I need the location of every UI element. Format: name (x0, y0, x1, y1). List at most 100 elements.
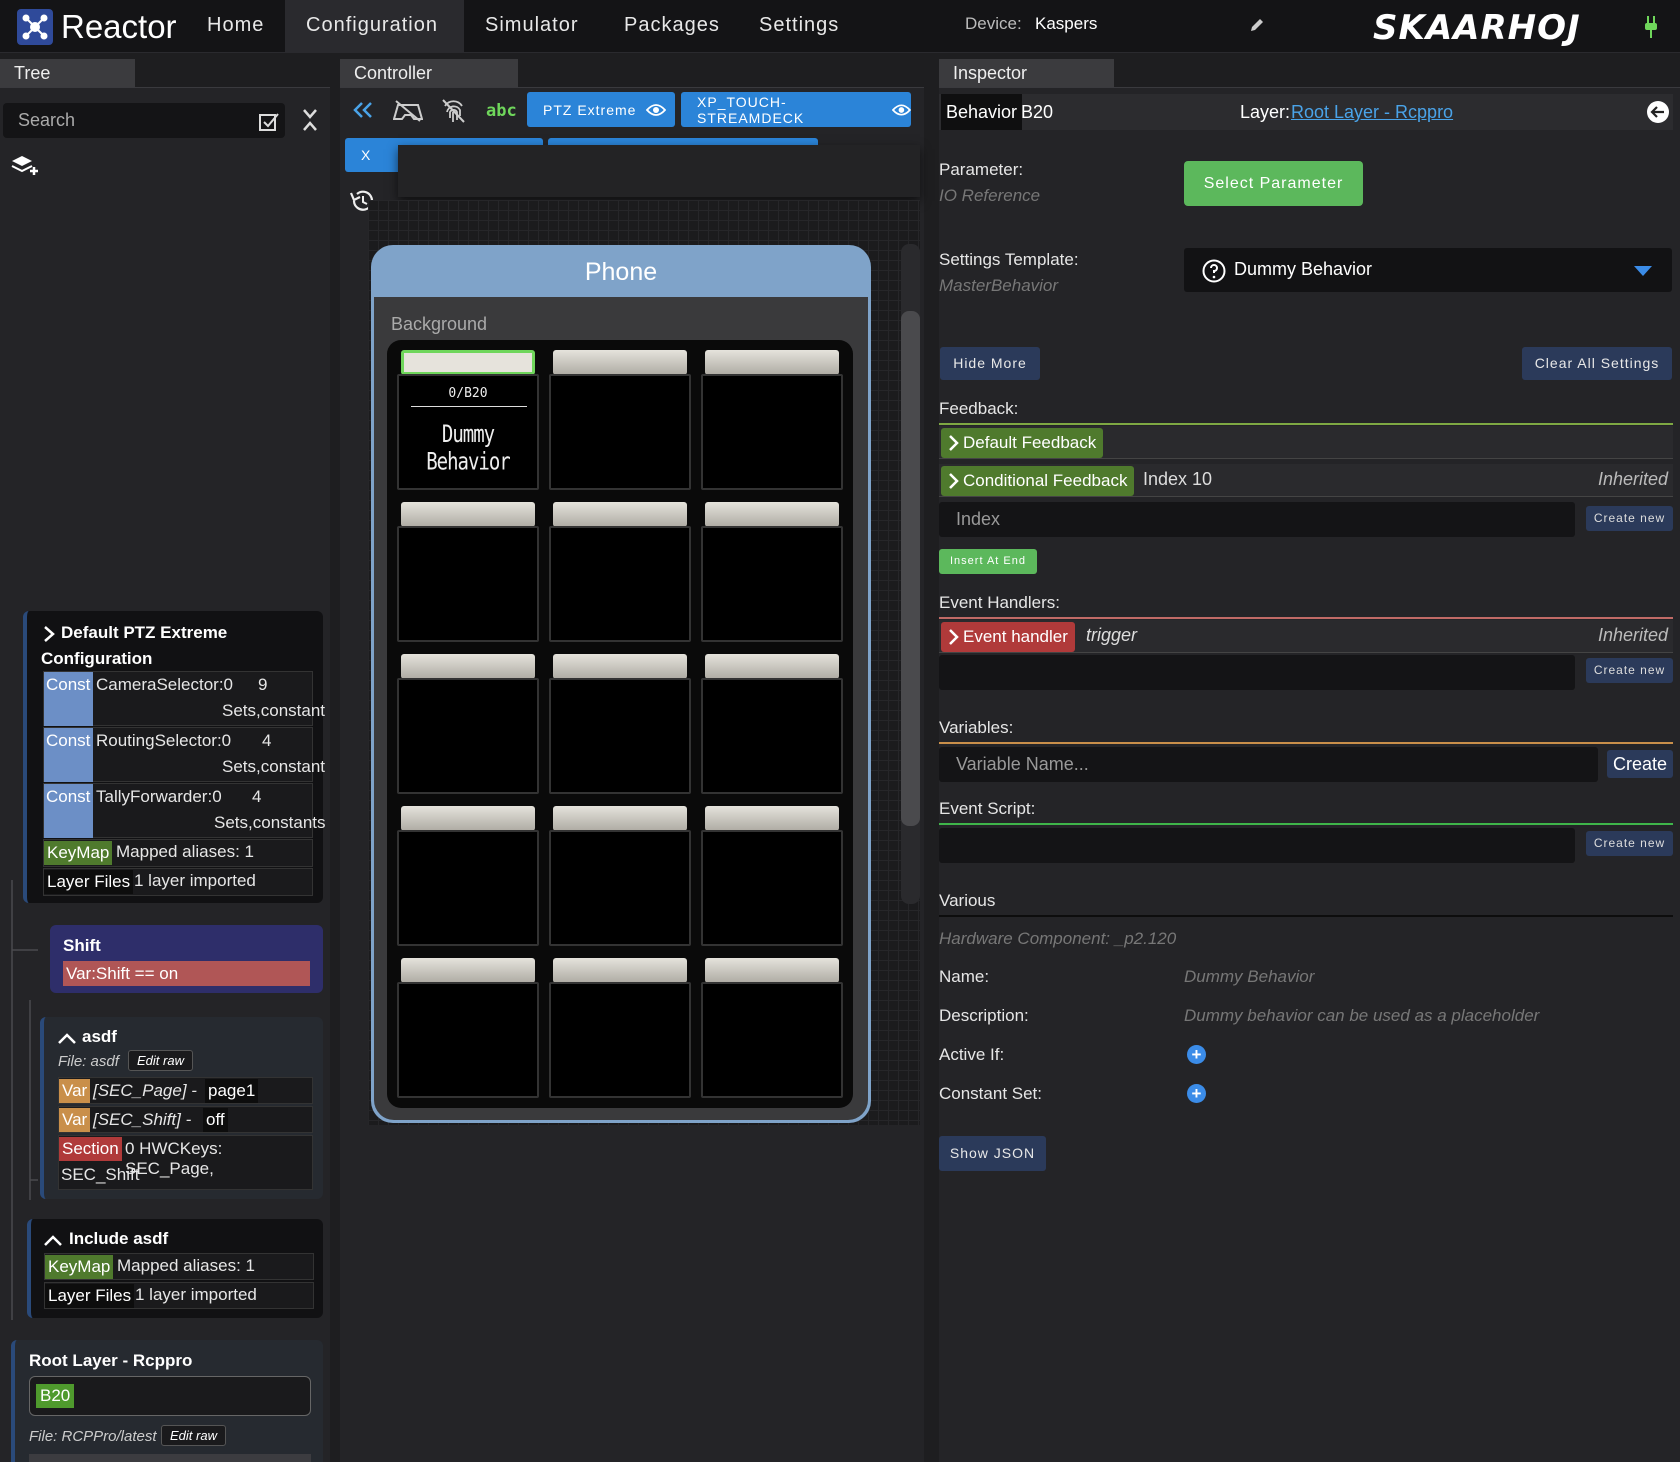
gamepad-off-icon[interactable] (393, 99, 423, 123)
key-display (701, 678, 843, 794)
asdf-layer-card[interactable]: asdf File: asdf Edit raw Var [SEC_Page] … (40, 1017, 323, 1199)
fingerprint-off-icon[interactable] (441, 98, 466, 124)
edit-raw-button[interactable]: Edit raw (161, 1425, 226, 1446)
event-handler-row[interactable]: Event handler trigger Inherited (939, 620, 1673, 653)
key-button-selected[interactable]: 0/B20 Dummy Behavior (397, 350, 539, 490)
default-feedback-row[interactable]: Default Feedback (939, 426, 1673, 459)
default-feedback-pill[interactable]: Default Feedback (941, 428, 1104, 458)
variable-name-input[interactable]: Variable Name... (939, 747, 1598, 782)
eye-icon[interactable] (646, 103, 667, 117)
tab-inspector[interactable]: Inspector (939, 59, 1114, 88)
const-row[interactable]: Const CameraSelector:0 9 Sets,constant (43, 671, 325, 726)
canvas-scrollbar[interactable] (901, 311, 920, 826)
create-new-button[interactable]: Create new (1586, 506, 1673, 531)
key-button[interactable] (701, 350, 843, 490)
help-circle-icon (1202, 259, 1226, 283)
shift-condition: Var:Shift == on (63, 961, 310, 986)
default-config-title: Default PTZ Extreme (61, 623, 228, 642)
key-button[interactable] (549, 958, 691, 1098)
chevron-right-icon[interactable] (43, 626, 55, 642)
key-display (397, 526, 539, 642)
pencil-icon[interactable] (1249, 17, 1265, 33)
insert-at-end-button[interactable]: Insert At End (939, 549, 1037, 574)
key-button[interactable] (549, 350, 691, 490)
name-label: Name: (939, 967, 990, 986)
chevron-right-icon[interactable] (949, 473, 959, 489)
add-constant-set-icon[interactable]: + (1187, 1084, 1206, 1103)
tree-search-input[interactable] (3, 103, 233, 138)
app-brand[interactable]: Reactor (17, 8, 177, 46)
show-json-button[interactable]: Show JSON (939, 1136, 1046, 1171)
double-chevron-left-icon[interactable] (353, 101, 373, 119)
nav-settings[interactable]: Settings (738, 0, 860, 53)
key-button[interactable] (397, 502, 539, 642)
section-row[interactable]: Section 0 HWCKeys: SEC_Page, SEC_Shift (58, 1135, 313, 1190)
event-script-input[interactable] (939, 828, 1575, 863)
various-rule (939, 915, 1673, 917)
keymap-row[interactable]: KeyMap Mapped aliases: 1 (44, 1253, 314, 1280)
reactor-logo-icon (17, 9, 53, 45)
const-row[interactable]: Const RoutingSelector:0 4 Sets,constant (43, 727, 325, 782)
var-row[interactable]: Var [SEC_Shift] - off (58, 1106, 313, 1133)
hide-more-button[interactable]: Hide More (940, 347, 1040, 380)
nav-simulator[interactable]: Simulator (464, 0, 599, 53)
const-row[interactable]: Const TallyForwarder:0 4 Sets,constants (43, 783, 326, 838)
section-text-2: SEC_Shift (61, 1165, 140, 1184)
event-handler-pill[interactable]: Event handler (941, 622, 1075, 652)
key-display (549, 526, 691, 642)
layer-files-row[interactable]: Layer Files 1 layer imported (44, 1282, 314, 1309)
layer-link[interactable]: Root Layer - Rcppro (1291, 94, 1453, 130)
create-variable-button[interactable]: Create (1607, 750, 1673, 778)
key-button[interactable] (549, 654, 691, 794)
add-active-if-icon[interactable]: + (1187, 1045, 1206, 1064)
collapse-all-icon[interactable] (302, 108, 318, 132)
include-asdf-card[interactable]: Include asdf KeyMap Mapped aliases: 1 La… (27, 1219, 323, 1318)
inherited-label: Inherited (1597, 469, 1668, 489)
select-all-icon[interactable] (258, 111, 280, 133)
add-layer-icon[interactable] (10, 152, 38, 180)
eye-icon[interactable] (892, 103, 911, 117)
xp-touch-streamdeck-button[interactable]: XP_TOUCH-STREAMDECK (681, 92, 911, 127)
chevron-right-icon[interactable] (949, 629, 959, 645)
event-handler-input[interactable] (939, 655, 1575, 690)
key-button[interactable] (397, 654, 539, 794)
root-layer-card[interactable]: Root Layer - Rcppro B20 File: RCPPro/lat… (11, 1340, 323, 1462)
key-button[interactable] (701, 806, 843, 946)
ptz-extreme-button[interactable]: PTZ Extreme (527, 92, 675, 127)
keymap-row[interactable]: KeyMap Mapped aliases: 1 (43, 839, 313, 867)
tab-tree[interactable]: Tree (0, 59, 135, 88)
conditional-feedback-pill[interactable]: Conditional Feedback (941, 466, 1135, 496)
settings-template-select[interactable]: Dummy Behavior (1184, 248, 1672, 292)
create-new-button[interactable]: Create new (1586, 831, 1673, 856)
index-input[interactable]: Index (939, 502, 1575, 537)
create-new-button[interactable]: Create new (1586, 658, 1673, 683)
keymap-text: Mapped aliases: 1 (117, 1256, 255, 1275)
nav-packages[interactable]: Packages (603, 0, 741, 53)
nav-home[interactable]: Home (186, 0, 285, 53)
key-button[interactable] (397, 958, 539, 1098)
chevron-up-icon[interactable] (44, 1234, 62, 1246)
key-button[interactable] (397, 806, 539, 946)
text-toggle-icon[interactable]: abc (486, 101, 517, 121)
root-layer-title: Root Layer - Rcppro (29, 1351, 193, 1370)
nav-configuration[interactable]: Configuration (285, 0, 464, 53)
back-arrow-icon[interactable] (1646, 100, 1670, 124)
clear-all-settings-button[interactable]: Clear All Settings (1522, 347, 1672, 380)
select-parameter-button[interactable]: Select Parameter (1184, 161, 1363, 206)
edit-raw-button[interactable]: Edit raw (128, 1050, 193, 1071)
conditional-feedback-row[interactable]: Conditional Feedback Index 10 Inherited (939, 464, 1673, 497)
key-button[interactable] (701, 502, 843, 642)
var-row[interactable]: Var [SEC_Page] - page1 (58, 1077, 313, 1104)
key-button[interactable] (701, 958, 843, 1098)
shift-card[interactable]: Shift Var:Shift == on (50, 925, 323, 993)
device-button-label: XP_TOUCH-STREAMDECK (697, 93, 805, 126)
key-button[interactable] (701, 654, 843, 794)
key-button[interactable] (549, 502, 691, 642)
tab-controller[interactable]: Controller (340, 59, 518, 88)
chevron-right-icon[interactable] (949, 435, 959, 451)
default-config-card[interactable]: Default PTZ Extreme Configuration Const … (23, 611, 326, 903)
key-button[interactable] (549, 806, 691, 946)
layer-files-row[interactable]: Layer Files 1 layer imported (43, 868, 313, 896)
behavior-chip[interactable]: B20 (36, 1384, 75, 1408)
chevron-up-icon[interactable] (58, 1032, 76, 1044)
